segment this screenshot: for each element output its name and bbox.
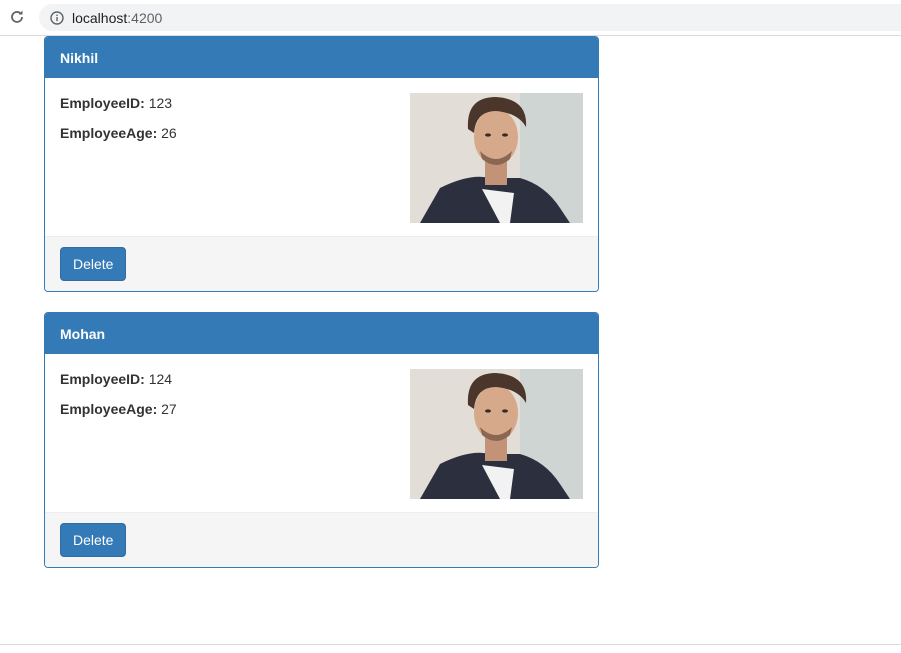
employee-age-value: 27 (161, 401, 177, 417)
reload-button[interactable] (7, 7, 27, 27)
employee-id-label: EmployeeID: (60, 371, 145, 387)
employee-details: EmployeeID: 123 EmployeeAge: 26 (45, 78, 598, 238)
site-info-icon[interactable] (50, 10, 64, 25)
employee-name: Nikhil (45, 37, 598, 78)
employee-age-label: EmployeeAge: (60, 125, 158, 141)
employee-photo (410, 93, 583, 223)
employee-card: Mohan EmployeeID: 124 EmployeeAge: 27 De… (44, 312, 599, 568)
employee-id-value: 123 (148, 95, 173, 111)
employee-name: Mohan (45, 313, 598, 354)
url-port: :4200 (127, 9, 163, 26)
employee-id-label: EmployeeID: (60, 95, 145, 111)
browser-toolbar: localhost:4200 (0, 0, 901, 36)
url-text[interactable]: localhost:4200 (72, 10, 162, 26)
delete-button[interactable]: Delete (60, 523, 127, 557)
address-bar[interactable]: localhost:4200 (39, 4, 901, 31)
employee-age-label: EmployeeAge: (60, 401, 158, 417)
delete-button[interactable]: Delete (60, 247, 127, 281)
card-footer: Delete (45, 512, 598, 567)
employee-photo (410, 369, 583, 499)
status-divider (0, 644, 901, 645)
reload-icon (11, 10, 23, 23)
employee-details: EmployeeID: 124 EmployeeAge: 27 (45, 354, 598, 514)
employee-card: Nikhil EmployeeID: 123 EmployeeAge: 26 D… (44, 36, 599, 292)
employee-age-value: 26 (161, 125, 177, 141)
card-footer: Delete (45, 236, 598, 291)
url-host: localhost (72, 9, 128, 26)
employee-id-value: 124 (148, 371, 173, 387)
